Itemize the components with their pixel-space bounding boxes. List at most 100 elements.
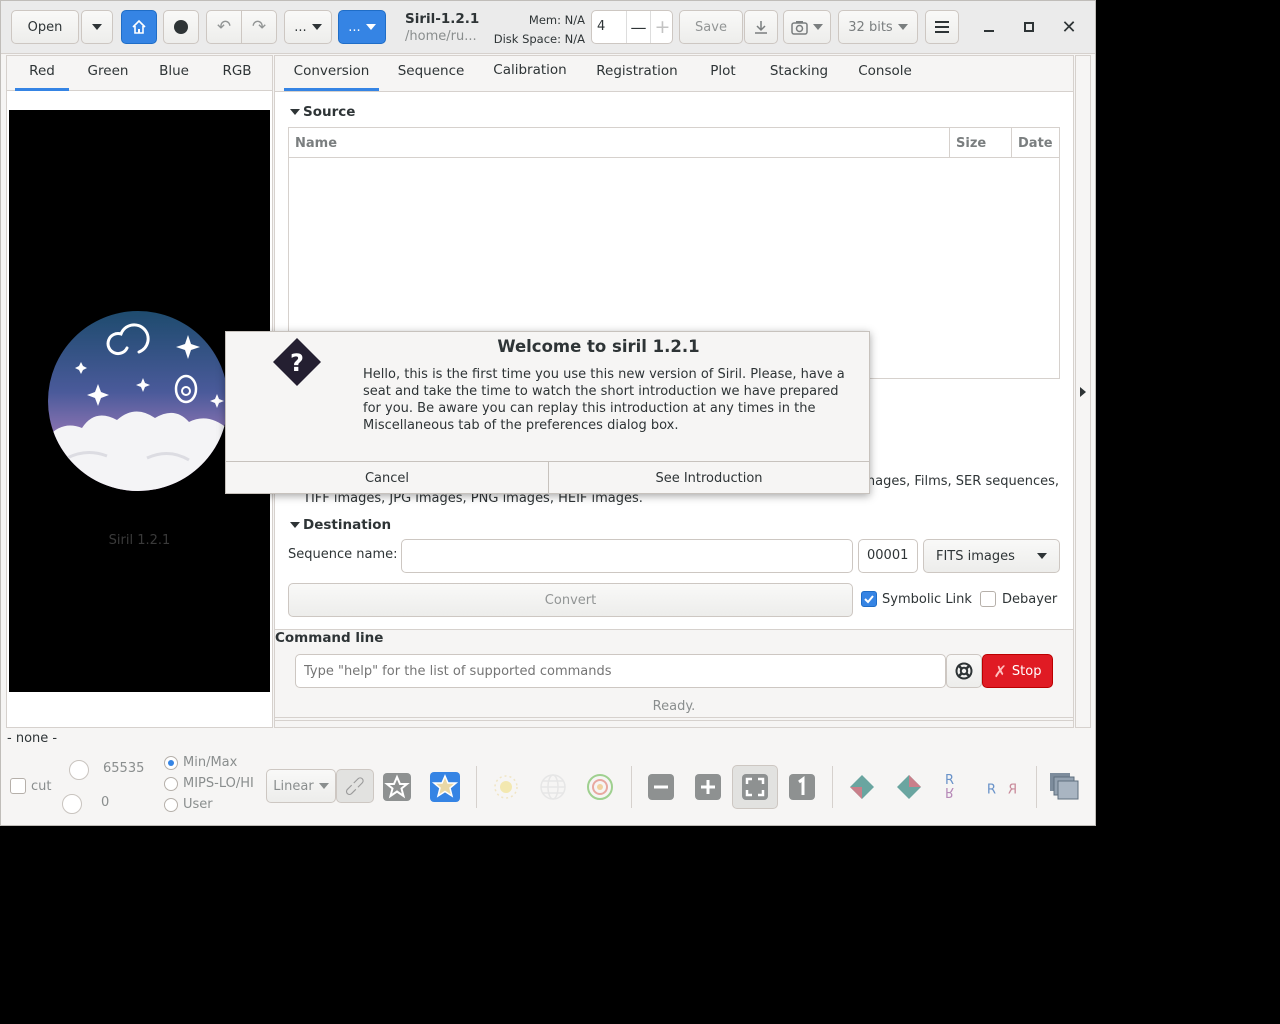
radio-icon — [164, 797, 178, 812]
tab-red[interactable]: Red — [15, 55, 69, 91]
mirror-x-button[interactable]: RR — [933, 770, 967, 804]
tab-conversion[interactable]: Conversion — [284, 55, 379, 91]
image-processing-label: ... — [348, 19, 361, 35]
bit-depth-button[interactable]: 32 bits — [838, 10, 918, 44]
status-text: Ready. — [652, 699, 696, 714]
open-button[interactable]: Open — [11, 10, 79, 44]
radio-selected-icon — [164, 755, 178, 770]
redo-icon: ↷ — [251, 17, 267, 37]
convert-button[interactable]: Convert — [288, 583, 853, 617]
scripts-button[interactable]: ... — [284, 10, 332, 44]
close-button[interactable]: ✕ — [1054, 12, 1084, 42]
range-mips-radio[interactable]: MIPS-LO/HI — [164, 776, 254, 791]
column-header-size[interactable]: Size — [956, 136, 986, 151]
minimize-icon — [984, 30, 994, 32]
snapshot-button[interactable] — [783, 10, 831, 44]
range-user-radio[interactable]: User — [164, 797, 213, 812]
target-button[interactable] — [583, 770, 617, 804]
livestack-button[interactable] — [163, 10, 199, 44]
low-slider-knob[interactable] — [62, 794, 82, 814]
source-expander[interactable]: Source — [290, 104, 355, 120]
close-icon: ✕ — [1061, 16, 1077, 38]
zoom-out-button[interactable] — [644, 770, 678, 804]
save-button[interactable]: Save — [679, 10, 743, 44]
redo-button[interactable]: ↷ — [241, 10, 277, 44]
see-introduction-button[interactable]: See Introduction — [549, 461, 869, 494]
recent-dropdown-button[interactable] — [81, 10, 113, 44]
zoom-fit-button[interactable] — [732, 765, 778, 809]
debayer-checkbox[interactable]: Debayer — [980, 591, 1057, 607]
minimize-button[interactable] — [974, 12, 1004, 42]
histogram-stretch-button[interactable] — [428, 770, 462, 804]
rotate-left-button[interactable] — [845, 770, 879, 804]
zoom-100-button[interactable] — [785, 770, 819, 804]
column-header-name[interactable]: Name — [295, 136, 337, 151]
rotate-left-icon — [850, 775, 874, 799]
symlink-checkbox[interactable]: Symbolic Link — [861, 591, 972, 607]
toolbar-separator — [1036, 766, 1037, 808]
record-icon — [174, 20, 188, 34]
destination-expander[interactable]: Destination — [290, 517, 391, 533]
current-file-label: - none - — [7, 731, 58, 746]
radio-icon — [164, 776, 178, 791]
column-divider — [949, 128, 950, 158]
tab-rgb[interactable]: RGB — [209, 55, 265, 91]
globe-icon — [540, 774, 566, 800]
zoom-in-icon — [695, 774, 721, 800]
image-processing-button[interactable]: ... — [338, 10, 386, 44]
star-outline-icon — [383, 773, 411, 801]
high-slider-knob[interactable] — [69, 760, 89, 780]
column-header-date[interactable]: Date — [1018, 136, 1053, 151]
undo-button[interactable]: ↶ — [206, 10, 242, 44]
tab-sequence[interactable]: Sequence — [391, 55, 471, 91]
threads-spinner[interactable]: 4 — + — [591, 10, 673, 44]
start-index-input[interactable]: 00001 — [858, 539, 918, 573]
home-icon — [132, 19, 146, 34]
link-button[interactable]: ⊂⊃ — [336, 769, 374, 803]
grid-button[interactable] — [536, 770, 570, 804]
threads-value: 4 — [597, 19, 606, 34]
tab-calibration[interactable]: Calibration — [485, 54, 575, 90]
layers-icon — [1050, 773, 1079, 800]
target-icon — [587, 774, 613, 800]
toolbar-separator — [631, 766, 632, 808]
progress-bar — [275, 717, 1073, 721]
tab-green[interactable]: Green — [79, 55, 137, 91]
chevron-down-icon — [813, 24, 823, 30]
home-button[interactable] — [121, 10, 157, 44]
tab-plot[interactable]: Plot — [701, 55, 745, 91]
main-menu-button[interactable] — [925, 10, 959, 44]
command-input[interactable] — [295, 654, 946, 688]
right-panel-toggle[interactable] — [1075, 55, 1091, 728]
increment-icon[interactable]: + — [650, 11, 674, 43]
scale-dropdown[interactable]: Linear — [266, 769, 336, 803]
stop-button[interactable]: ✗ Stop — [982, 654, 1053, 688]
decrement-icon[interactable]: — — [626, 11, 650, 43]
tab-blue[interactable]: Blue — [149, 55, 199, 91]
image-stack-button[interactable] — [1047, 770, 1081, 804]
range-minmax-radio[interactable]: Min/Max — [164, 755, 237, 770]
autostretch-button[interactable] — [380, 770, 414, 804]
symlink-label: Symbolic Link — [882, 591, 972, 607]
range-option-label: Min/Max — [183, 755, 238, 770]
disk-status: Disk Space: N/A — [493, 32, 585, 46]
output-format-dropdown[interactable]: FITS images — [923, 539, 1060, 573]
mirror-y-button[interactable]: RR — [985, 770, 1019, 804]
svg-text:R: R — [1008, 783, 1017, 798]
command-help-button[interactable] — [946, 654, 982, 688]
cut-checkbox[interactable]: cut — [10, 778, 51, 794]
dialog-message: Hello, this is the first time you use th… — [363, 367, 845, 433]
maximize-button[interactable] — [1014, 12, 1044, 42]
stop-icon: ✗ — [993, 661, 1007, 681]
tab-stacking[interactable]: Stacking — [761, 55, 837, 91]
stop-label: Stop — [1011, 663, 1042, 679]
siril-logo — [48, 311, 228, 491]
rotate-right-button[interactable] — [892, 770, 926, 804]
dialog-cancel-button[interactable]: Cancel — [226, 461, 549, 494]
photometry-button[interactable] — [489, 770, 523, 804]
tab-console[interactable]: Console — [851, 55, 919, 91]
sequence-name-input[interactable] — [401, 539, 853, 573]
tab-registration[interactable]: Registration — [589, 55, 685, 91]
save-as-button[interactable] — [744, 10, 778, 44]
zoom-in-button[interactable] — [691, 770, 725, 804]
